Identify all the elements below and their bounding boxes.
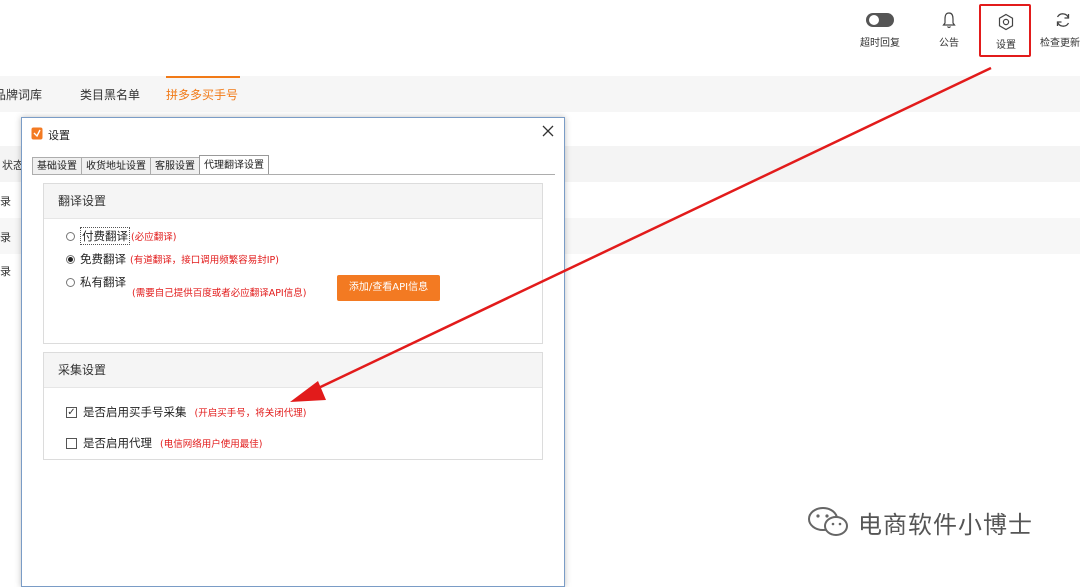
enable-proxy-checkbox[interactable]: 是否启用代理 (电信网络用户使用最佳) [66, 435, 262, 451]
notice-label: 公告 [939, 38, 959, 49]
bell-icon [942, 12, 956, 29]
watermark-text: 电商软件小博士 [858, 510, 1033, 539]
collect-settings-group: 采集设置 ✓ 是否启用买手号采集 (开启买手号，将关闭代理) 是否启用代理 (电… [43, 352, 543, 460]
add-view-api-button[interactable]: 添加/查看API信息 [337, 275, 440, 301]
timeout-reply-toggle[interactable]: 超时回复 [853, 10, 907, 49]
enable-buyer-account-checkbox[interactable]: ✓ 是否启用买手号采集 (开启买手号，将关闭代理) [66, 404, 306, 420]
collect-settings-heading: 采集设置 [44, 353, 542, 388]
paid-translation-label: 付费翻译 [80, 227, 130, 245]
timeout-reply-label: 超时回复 [860, 38, 900, 49]
paid-translation-hint: (必应翻译) [131, 232, 177, 243]
background-tab-strip [0, 76, 1080, 112]
refresh-icon [1056, 13, 1070, 27]
translation-settings-heading: 翻译设置 [44, 184, 542, 219]
settings-dialog: 设置 基础设置 收货地址设置 客服设置 代理翻译设置 翻译设置 付费翻译 (必应… [21, 117, 565, 587]
radio-icon [66, 277, 75, 287]
tab-pdd-buyer-account[interactable]: 拼多多买手号 [166, 86, 238, 103]
dialog-tab-bar: 基础设置 收货地址设置 客服设置 代理翻译设置 [32, 155, 269, 175]
active-tab-indicator [166, 76, 240, 78]
free-translation-radio[interactable]: 免费翻译 (有道翻译，接口调用频繁容易封IP) [66, 251, 279, 267]
enable-buyer-account-label: 是否启用买手号采集 [83, 405, 187, 419]
radio-icon [66, 231, 75, 241]
settings-highlight-box [979, 4, 1031, 57]
enable-buyer-account-hint: (开启买手号，将关闭代理) [194, 408, 307, 419]
paid-translation-radio[interactable]: 付费翻译 (必应翻译) [66, 227, 176, 245]
table-cell: 录 [0, 265, 11, 278]
enable-proxy-label: 是否启用代理 [83, 436, 152, 450]
tab-basic-settings[interactable]: 基础设置 [32, 157, 82, 175]
table-cell: 录 [0, 195, 11, 208]
close-icon[interactable] [540, 123, 556, 139]
notice-button[interactable]: 公告 [922, 10, 976, 49]
checkbox-icon [66, 437, 77, 449]
private-translation-label: 私有翻译 [80, 275, 126, 289]
check-update-button[interactable]: 检查更新 [1040, 10, 1080, 49]
tab-category-blacklist[interactable]: 类目黑名单 [80, 86, 140, 103]
enable-proxy-hint: (电信网络用户使用最佳) [160, 439, 263, 450]
free-translation-label: 免费翻译 [80, 252, 126, 266]
tab-shipping-address[interactable]: 收货地址设置 [81, 157, 151, 175]
wechat-logo-icon [808, 507, 848, 536]
dialog-title: 设置 [48, 129, 70, 142]
toggle-switch-icon [866, 13, 894, 27]
free-translation-hint: (有道翻译，接口调用频繁容易封IP) [130, 255, 279, 266]
radio-selected-icon [66, 254, 75, 264]
tab-divider [32, 174, 555, 175]
tab-brand-lexicon[interactable]: 品牌词库 [0, 86, 42, 103]
check-update-label: 检查更新 [1040, 38, 1080, 49]
private-translation-radio[interactable]: 私有翻译 [66, 274, 126, 290]
watermark: 电商软件小博士 [806, 504, 1033, 540]
checkbox-checked-icon: ✓ [66, 406, 77, 418]
tab-proxy-translation[interactable]: 代理翻译设置 [199, 155, 269, 175]
private-translation-hint: (需要自己提供百度或者必应翻译API信息) [132, 288, 307, 299]
app-logo-icon [31, 127, 43, 140]
tab-customer-service[interactable]: 客服设置 [150, 157, 200, 175]
translation-settings-group: 翻译设置 付费翻译 (必应翻译) 免费翻译 (有道翻译，接口调用频繁容易封IP)… [43, 183, 543, 344]
table-cell: 录 [0, 231, 11, 244]
